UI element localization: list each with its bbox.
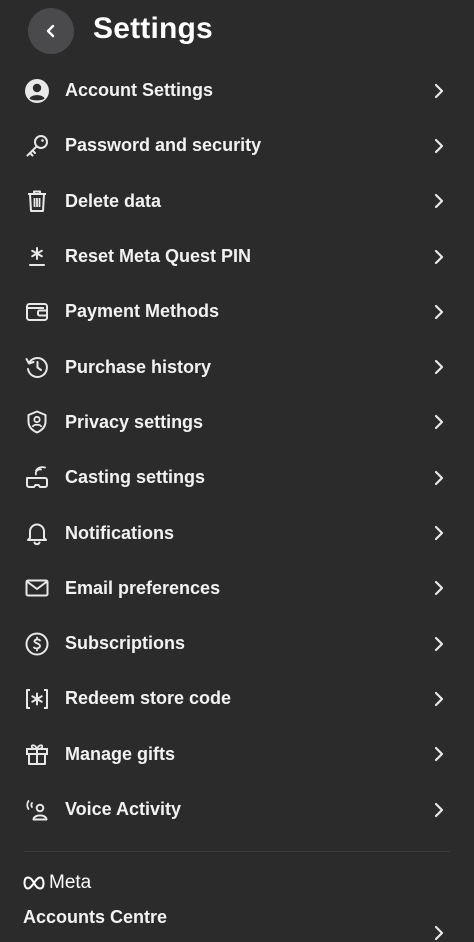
account-circle-icon xyxy=(23,77,51,105)
header: Settings xyxy=(0,0,474,62)
meta-infinity-icon xyxy=(23,876,45,890)
chevron-right-icon xyxy=(434,194,444,209)
envelope-icon xyxy=(23,574,51,602)
section-divider xyxy=(24,851,450,852)
menu-item-manage-gifts[interactable]: Manage gifts xyxy=(0,727,474,782)
menu-item-email-preferences[interactable]: Email preferences xyxy=(0,561,474,616)
menu-item-account-settings[interactable]: Account Settings xyxy=(0,63,474,118)
menu-item-delete-data[interactable]: Delete data xyxy=(0,174,474,229)
bracket-asterisk-icon xyxy=(23,685,51,713)
history-icon xyxy=(23,353,51,381)
menu-item-subscriptions[interactable]: Subscriptions xyxy=(0,616,474,671)
menu-item-label: Payment Methods xyxy=(65,301,220,322)
menu-item-label: Voice Activity xyxy=(65,799,182,819)
menu-item-redeem-store-code[interactable]: Redeem store code xyxy=(0,671,474,726)
menu-item-password-security[interactable]: Password and security xyxy=(0,118,474,173)
menu-item-label: Manage gifts xyxy=(65,743,176,764)
menu-item-payment-methods[interactable]: Payment Methods xyxy=(0,284,474,339)
chevron-right-icon xyxy=(434,249,444,264)
chevron-right-icon xyxy=(434,415,444,430)
menu-item-label: Casting settings xyxy=(65,467,206,488)
menu-item-label: Redeem store code xyxy=(65,688,232,709)
menu-item-label: Account Settings xyxy=(65,80,214,101)
chevron-left-icon xyxy=(46,24,55,38)
back-button[interactable] xyxy=(28,8,74,54)
chevron-right-icon xyxy=(434,747,444,762)
menu-item-casting-settings[interactable]: Casting settings xyxy=(0,450,474,505)
shield-user-icon xyxy=(23,408,51,436)
key-icon xyxy=(23,132,51,160)
menu-item-privacy-settings[interactable]: Privacy settings xyxy=(0,395,474,450)
pin-asterisk-icon xyxy=(23,243,51,271)
menu-item-label: Privacy settings xyxy=(65,411,204,432)
menu-item-label: Password and security xyxy=(65,135,262,156)
menu-item-label: Subscriptions xyxy=(65,633,186,654)
chevron-right-icon xyxy=(434,581,444,596)
chevron-right-icon xyxy=(434,691,444,707)
casting-icon xyxy=(23,464,51,492)
menu-item-label: Reset Meta Quest PIN xyxy=(65,246,252,267)
chevron-right-icon xyxy=(434,304,444,319)
page-title: Settings xyxy=(93,12,213,45)
menu-item-label: Delete data xyxy=(65,190,162,211)
menu-item-purchase-history[interactable]: Purchase history xyxy=(0,339,474,394)
settings-menu: Account Settings Password and security D… xyxy=(0,63,474,837)
chevron-right-icon xyxy=(434,138,444,154)
meta-brand-text: Meta xyxy=(49,872,92,893)
chevron-right-icon xyxy=(434,525,444,541)
menu-item-voice-activity[interactable]: Voice Activity xyxy=(0,782,474,837)
chevron-right-icon xyxy=(434,360,444,375)
wallet-icon xyxy=(23,298,51,326)
trash-icon xyxy=(23,187,51,215)
gift-icon xyxy=(23,740,51,768)
menu-item-reset-pin[interactable]: Reset Meta Quest PIN xyxy=(0,229,474,284)
chevron-right-icon xyxy=(434,925,444,941)
menu-item-label: Purchase history xyxy=(65,356,212,377)
chevron-right-icon xyxy=(434,83,444,98)
menu-item-label: Notifications xyxy=(65,522,175,543)
menu-item-label: Email preferences xyxy=(65,577,221,598)
dollar-circle-icon xyxy=(23,630,51,658)
bell-icon xyxy=(23,519,51,547)
voice-user-icon xyxy=(23,796,51,824)
meta-logo: Meta xyxy=(23,872,91,894)
accounts-centre-link[interactable]: Accounts Centre xyxy=(23,907,167,928)
menu-item-notifications[interactable]: Notifications xyxy=(0,505,474,560)
chevron-right-icon xyxy=(434,470,444,485)
chevron-right-icon xyxy=(434,802,444,817)
chevron-right-icon xyxy=(434,636,444,651)
